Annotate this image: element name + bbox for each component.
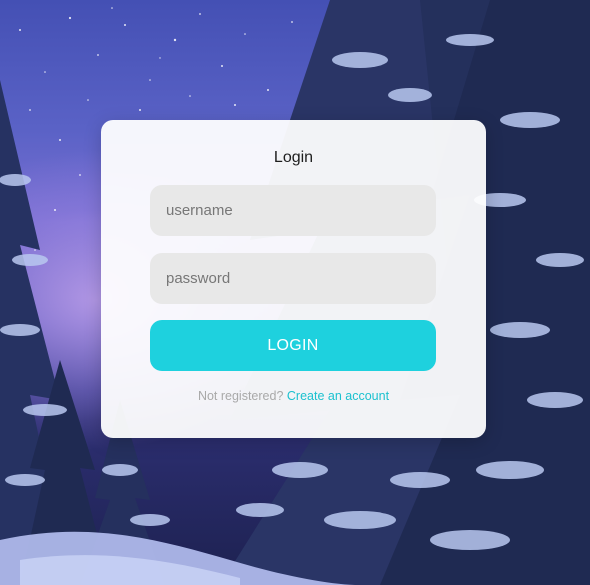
register-prompt: Not registered? — [197, 389, 284, 403]
username-input[interactable] — [150, 185, 436, 236]
create-account-link[interactable]: Create an account — [287, 389, 389, 403]
login-page: Login LOGIN Not registered? Create an ac… — [0, 0, 590, 585]
password-input[interactable] — [150, 253, 436, 304]
register-prompt-line: Not registered? Create an account — [101, 389, 486, 403]
login-title: Login — [273, 149, 314, 166]
login-card: Login LOGIN Not registered? Create an ac… — [101, 120, 486, 438]
login-button[interactable]: LOGIN — [150, 320, 436, 371]
